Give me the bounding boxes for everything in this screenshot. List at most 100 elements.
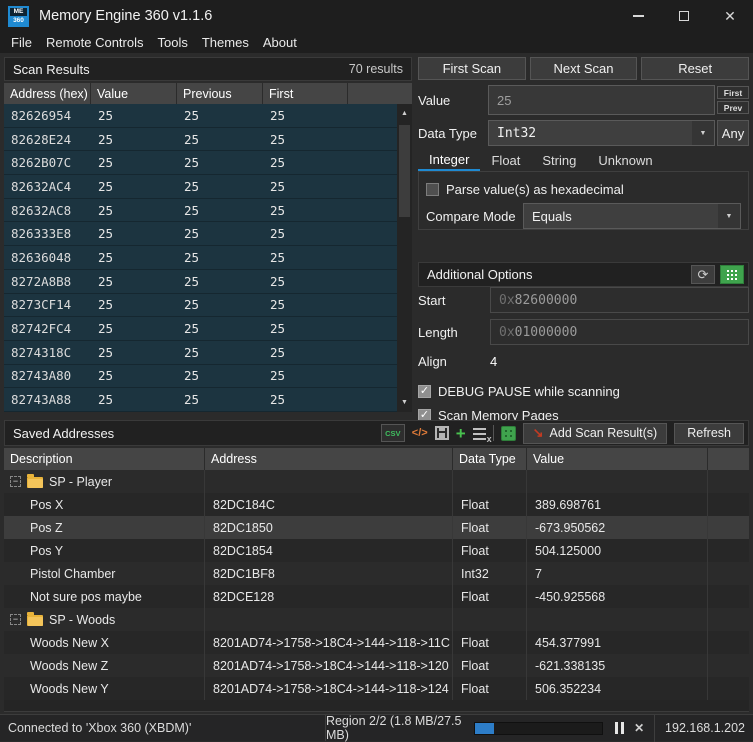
csv-export-button[interactable]: CSV [381, 424, 405, 442]
align-value[interactable]: 4 [490, 354, 497, 369]
tab-integer[interactable]: Integer [418, 150, 480, 171]
code-icon[interactable]: </> [412, 427, 428, 439]
scan-result-row[interactable]: 82628E24252525 [4, 128, 412, 152]
scan-column-header-blank[interactable] [348, 83, 412, 104]
tab-unknown[interactable]: Unknown [587, 150, 663, 171]
clear-list-icon[interactable] [473, 428, 486, 430]
debug-pause-row[interactable]: ✓ DEBUG PAUSE while scanning [418, 379, 749, 403]
cell-filler [708, 654, 749, 677]
cell-address: 82DC1850 [205, 516, 453, 539]
add-scan-results-button[interactable]: ↘ Add Scan Result(s) [523, 423, 668, 444]
scan-result-row[interactable]: 82632AC8252525 [4, 199, 412, 223]
saved-address-row[interactable]: Pistol Chamber82DC1BF8Int327 [4, 562, 749, 585]
menu-item-about[interactable]: About [256, 35, 304, 50]
saved-address-row[interactable]: Pos Z82DC1850Float-673.950562 [4, 516, 749, 539]
scan-result-row[interactable]: 8273CF14252525 [4, 294, 412, 318]
scan-result-row[interactable]: 8272A8B8252525 [4, 270, 412, 294]
pause-icon[interactable] [615, 722, 624, 734]
scrollbar-down-icon[interactable]: ▼ [397, 395, 412, 410]
refresh-regions-icon[interactable]: ⟳ [691, 265, 715, 284]
saved-address-row[interactable]: Pos Y82DC1854Float504.125000 [4, 539, 749, 562]
length-input[interactable]: 0x01000000 [490, 319, 749, 345]
scan-result-row[interactable]: 82632AC4252525 [4, 175, 412, 199]
scan-result-row[interactable]: 826333E8252525 [4, 222, 412, 246]
close-button[interactable]: ✕ [707, 0, 753, 32]
debug-pause-checkbox[interactable]: ✓ [418, 385, 431, 398]
tab-string[interactable]: String [531, 150, 587, 171]
memory-chip-icon[interactable] [501, 426, 516, 441]
scan-result-row[interactable]: 82626954252525 [4, 104, 412, 128]
saved-folder-row[interactable]: −SP - Woods [4, 608, 749, 631]
saved-addresses-header: Saved Addresses CSV </> + ↘ Add Scan Res… [4, 420, 749, 446]
scan-result-row[interactable]: 82743A80252525 [4, 365, 412, 389]
scan-cell-first: 25 [263, 108, 348, 123]
saved-address-row[interactable]: Woods New Z8201AD74->1758->18C4->144->11… [4, 654, 749, 677]
scan-result-row[interactable]: 82742FC4252525 [4, 317, 412, 341]
cell-value: 389.698761 [527, 493, 708, 516]
saved-column-header-blank[interactable] [708, 448, 749, 470]
scan-results-scrollbar[interactable]: ▲ ▼ [397, 104, 412, 412]
collapse-expander-icon[interactable]: − [10, 476, 21, 487]
scan-column-header-address-hex[interactable]: Address (hex) [4, 83, 91, 104]
saved-address-row[interactable]: Woods New X8201AD74->1758->18C4->144->11… [4, 631, 749, 654]
menu-item-themes[interactable]: Themes [195, 35, 256, 50]
saved-addresses-column-headers: DescriptionAddressData TypeValue [4, 448, 749, 470]
saved-column-header-data-type[interactable]: Data Type [453, 448, 527, 470]
menu-item-tools[interactable]: Tools [151, 35, 195, 50]
description-label: Pos Y [30, 544, 63, 558]
cell-address: 82DCE128 [205, 585, 453, 608]
scan-column-header-first[interactable]: First [263, 83, 348, 104]
saved-column-header-description[interactable]: Description [4, 448, 205, 470]
scrollbar-up-icon[interactable]: ▲ [397, 106, 412, 121]
scan-cell-address: 82743A80 [4, 368, 91, 383]
cell-address: 8201AD74->1758->18C4->144->118->11C [205, 631, 453, 654]
cell-filler [708, 516, 749, 539]
chevron-down-icon[interactable]: ▼ [692, 121, 714, 145]
reset-button[interactable]: Reset [641, 57, 749, 80]
add-entry-icon[interactable]: + [456, 425, 466, 442]
tab-float[interactable]: Float [480, 150, 531, 171]
scan-cell-value: 25 [91, 345, 177, 360]
any-button[interactable]: Any [717, 120, 749, 146]
scan-cell-address: 8272A8B8 [4, 274, 91, 289]
menu-item-file[interactable]: File [4, 35, 39, 50]
scan-results-count: 70 results [349, 62, 403, 76]
save-icon[interactable] [435, 426, 449, 440]
saved-column-header-value[interactable]: Value [527, 448, 708, 470]
menu-item-remote-controls[interactable]: Remote Controls [39, 35, 151, 50]
maximize-button[interactable] [661, 0, 707, 32]
scrollbar-thumb[interactable] [399, 125, 410, 217]
cancel-icon[interactable]: ✕ [634, 721, 644, 735]
scan-result-row[interactable]: 8262B07C252525 [4, 151, 412, 175]
scan-result-row[interactable]: 8274318C252525 [4, 341, 412, 365]
next-scan-button[interactable]: Next Scan [530, 57, 638, 80]
data-type-select[interactable]: Int32 ▼ [488, 120, 715, 146]
memory-grid-icon[interactable] [720, 265, 744, 284]
parse-hex-checkbox[interactable] [426, 183, 439, 196]
saved-address-row[interactable]: Woods New Y8201AD74->1758->18C4->144->11… [4, 677, 749, 700]
saved-address-row[interactable]: Not sure pos maybe82DCE128Float-450.9255… [4, 585, 749, 608]
saved-folder-row[interactable]: −SP - Player [4, 470, 749, 493]
prev-value-button[interactable]: Prev [717, 101, 749, 114]
saved-address-row[interactable]: Pos X82DC184CFloat389.698761 [4, 493, 749, 516]
scan-column-header-previous[interactable]: Previous [177, 83, 263, 104]
scan-result-row[interactable]: 82743A88252525 [4, 388, 412, 412]
scan-cell-previous: 25 [177, 203, 263, 218]
chevron-down-icon[interactable]: ▼ [718, 204, 740, 228]
collapse-expander-icon[interactable]: − [10, 614, 21, 625]
minimize-button[interactable] [615, 0, 661, 32]
refresh-button[interactable]: Refresh [674, 423, 744, 444]
start-input[interactable]: 0x82600000 [490, 287, 749, 313]
app-icon: ME 360 [8, 6, 29, 27]
parse-hex-row[interactable]: Parse value(s) as hexadecimal [426, 177, 741, 201]
saved-column-header-address[interactable]: Address [205, 448, 453, 470]
start-prefix: 0x [499, 293, 515, 308]
scan-column-header-value[interactable]: Value [91, 83, 177, 104]
value-input[interactable] [488, 85, 715, 115]
first-value-button[interactable]: First [717, 86, 749, 99]
first-scan-button[interactable]: First Scan [418, 57, 526, 80]
scan-cell-first: 25 [263, 226, 348, 241]
scan-result-row[interactable]: 82636048252525 [4, 246, 412, 270]
compare-mode-select[interactable]: Equals ▼ [523, 203, 741, 229]
cell-value: 506.352234 [527, 677, 708, 700]
